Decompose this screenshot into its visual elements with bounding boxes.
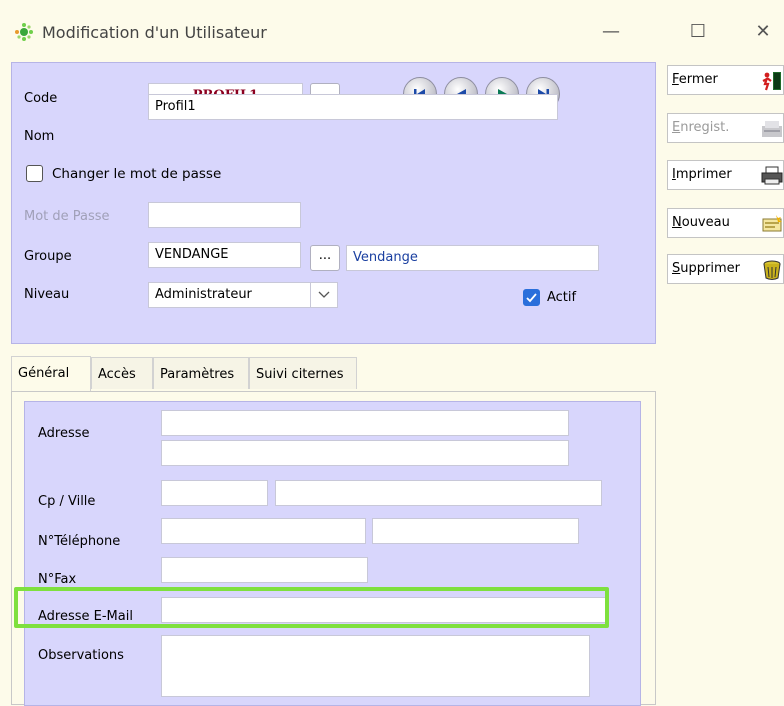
nouveau-button[interactable]: Nouveau [667,208,784,238]
cp-field[interactable] [161,480,268,506]
fax-label: N°Fax [38,572,77,587]
adresse-label: Adresse [38,426,90,441]
minimize-button[interactable]: — [596,18,626,46]
maximize-button[interactable]: ☐ [683,18,713,46]
password-field[interactable] [148,202,301,228]
adresse-line1-field[interactable] [161,410,569,436]
observations-label: Observations [38,648,124,663]
tab-parametres[interactable]: Paramètres [153,357,249,389]
nom-label: Nom [24,129,55,144]
general-tab-panel: Adresse Cp / Ville N°Téléphone N°Fax Adr… [11,391,656,706]
tab-acces[interactable]: Accès [91,357,153,389]
adresse-line2-field[interactable] [161,440,569,466]
nom-field[interactable]: Profil1 [148,94,558,120]
supprimer-button[interactable]: Supprimer [667,254,784,284]
email-row-highlight [14,587,609,628]
window-title: Modification d'un Utilisateur [42,23,267,42]
fermer-label: Fermer [672,72,718,87]
enregistrer-button[interactable]: Enregist. [667,113,784,143]
niveau-label: Niveau [24,287,70,302]
exit-door-icon [762,72,781,91]
cp-ville-label: Cp / Ville [38,494,96,509]
telephone1-field[interactable] [161,518,366,544]
niveau-selected-value: Administrateur [155,287,252,302]
nouveau-label: Nouveau [672,215,730,230]
app-logo-icon [15,23,33,41]
change-password-label: Changer le mot de passe [52,166,222,182]
telephone-label: N°Téléphone [38,534,121,549]
checkmark-icon [526,293,537,303]
niveau-select[interactable]: Administrateur [148,282,338,308]
fermer-button[interactable]: Fermer [667,65,784,95]
enregistrer-label: Enregist. [672,120,730,135]
title-bar: Modification d'un Utilisateur — ☐ ✕ [0,0,784,56]
actif-checkbox[interactable] [523,289,540,306]
new-document-icon [762,215,782,232]
close-button[interactable]: ✕ [748,18,778,46]
fax-field[interactable] [161,557,368,583]
imprimer-label: Imprimer [672,167,732,182]
trash-bin-icon [763,260,781,280]
user-header-panel: Code PROFIL1 ... Nom Profil1 Changer le … [11,62,656,344]
password-label: Mot de Passe [24,209,110,224]
groupe-code-field[interactable]: VENDANGE [148,242,301,268]
groupe-label: Groupe [24,249,72,264]
tab-suivi-citernes[interactable]: Suivi citernes [249,357,357,389]
groupe-name-field: Vendange [346,245,599,271]
change-password-checkbox[interactable] [26,165,43,182]
observations-field[interactable] [161,635,590,697]
groupe-lookup-button[interactable]: ... [310,245,340,271]
actif-label: Actif [547,290,577,305]
save-icon [762,121,782,137]
telephone2-field[interactable] [372,518,579,544]
supprimer-label: Supprimer [672,261,740,276]
imprimer-button[interactable]: Imprimer [667,160,784,190]
chevron-down-icon[interactable] [310,283,337,307]
printer-icon [761,166,783,185]
tab-general[interactable]: Général [11,356,91,391]
ville-field[interactable] [275,480,602,506]
general-form-area: Adresse Cp / Ville N°Téléphone N°Fax Adr… [24,401,641,706]
code-label: Code [24,91,58,106]
